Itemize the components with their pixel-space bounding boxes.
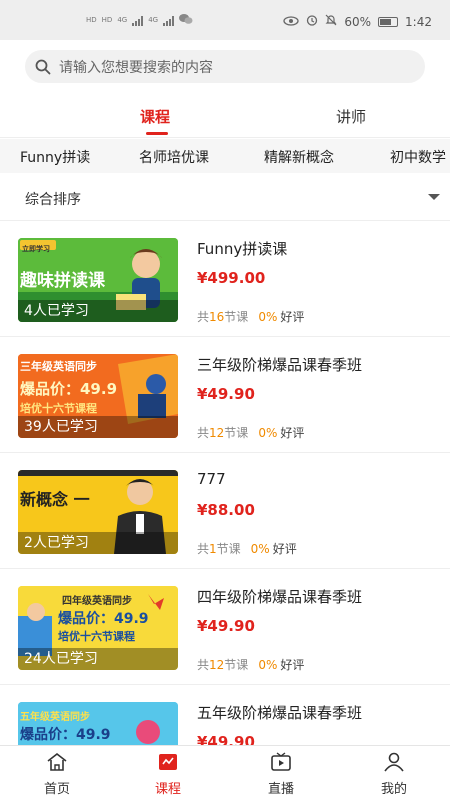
eye-icon	[283, 15, 300, 29]
tab-courses[interactable]: 课程	[140, 106, 170, 127]
thumb-line: 培优十六节课程	[20, 402, 97, 415]
status-left: HD HD 4G 4G	[86, 13, 193, 28]
user-icon	[384, 752, 404, 772]
nav-label: 我的	[380, 782, 407, 797]
learner-count: 2人已学习	[24, 535, 89, 551]
course-title: 三年级阶梯爆品课春季班	[197, 356, 363, 374]
wechat-icon	[179, 13, 193, 28]
course-title: Funny拼读课	[197, 240, 288, 258]
course-meta: 共16节课 0% 好评	[197, 310, 305, 324]
alarm-icon	[306, 14, 318, 29]
course-price: ¥49.90	[197, 385, 255, 403]
nav-live[interactable]: 直播	[241, 752, 321, 797]
thumb-line: 五年级英语同步	[20, 712, 90, 723]
signal-icon	[163, 15, 175, 26]
course-price: ¥49.90	[197, 617, 255, 635]
nav-label: 课程	[154, 782, 181, 797]
home-icon	[47, 752, 67, 771]
search-placeholder: 请输入您想要搜索的内容	[59, 59, 213, 76]
tab-bar: 课程 讲师	[0, 96, 450, 138]
course-price: ¥499.00	[197, 269, 266, 287]
course-thumbnail: 四年级英语同步 爆品价：49.9 培优十六节课程 24人已学习	[18, 586, 178, 670]
course-meta: 共12节课 0% 好评	[197, 426, 305, 440]
caret-down-icon	[428, 194, 440, 200]
hd-chip: HD	[101, 16, 113, 24]
category-item[interactable]: 初中数学	[390, 147, 446, 167]
thumb-title: 趣味拼读课	[20, 271, 105, 291]
bottom-nav: 首页 课程 直播 我的	[0, 745, 450, 800]
nav-label: 首页	[43, 782, 70, 797]
course-title: 四年级阶梯爆品课春季班	[197, 588, 363, 606]
learner-count: 39人已学习	[24, 419, 98, 435]
battery-percent: 60%	[344, 14, 372, 29]
thumb-line: 爆品价：49.9	[20, 380, 118, 398]
category-item[interactable]: 名师培优课	[139, 147, 209, 167]
learner-count: 4人已学习	[24, 303, 89, 319]
course-card[interactable]: 三年级英语同步 爆品价：49.9 培优十六节课程 39人已学习 三年级阶梯爆品课…	[0, 337, 450, 453]
category-item[interactable]: Funny拼读	[20, 147, 90, 167]
nav-home[interactable]: 首页	[17, 752, 97, 797]
nav-profile[interactable]: 我的	[354, 752, 434, 797]
course-meta: 共12节课 0% 好评	[197, 658, 305, 672]
course-title: 五年级阶梯爆品课春季班	[197, 704, 363, 722]
course-title: 777	[197, 470, 226, 488]
course-thumbnail: 立即学习 趣味拼读课 4人已学习	[18, 238, 178, 322]
learner-count: 24人已学习	[24, 651, 98, 667]
course-card[interactable]: 新概念 一 2人已学习 777 ¥88.00 共1节课 0% 好评	[0, 453, 450, 569]
clock: 1:42	[405, 14, 432, 29]
tab-teachers[interactable]: 讲师	[336, 106, 366, 127]
network-label: 4G	[117, 16, 128, 24]
battery-icon	[378, 16, 399, 27]
tab-active-indicator	[146, 132, 168, 135]
hd-chip: HD	[86, 16, 97, 24]
course-thumbnail: 三年级英语同步 爆品价：49.9 培优十六节课程 39人已学习	[18, 354, 178, 438]
thumb-line: 四年级英语同步	[62, 596, 132, 607]
course-icon	[159, 754, 177, 770]
status-bar: HD HD 4G 4G 60% 1:42	[0, 0, 450, 40]
tv-icon	[271, 752, 291, 771]
course-meta: 共1节课 0% 好评	[197, 542, 297, 556]
thumb-line: 爆品价：49.9	[20, 727, 111, 743]
thumb-line: 三年级英语同步	[20, 360, 97, 373]
network-label: 4G	[148, 16, 159, 24]
thumb-line: 爆品价：49.9	[58, 611, 149, 627]
nav-label: 直播	[267, 782, 294, 797]
sort-label: 综合排序	[25, 192, 81, 208]
thumb-line: 培优十六节课程	[58, 630, 135, 643]
thumb-title: 新概念 一	[20, 490, 90, 509]
signal-icon	[132, 15, 144, 26]
sort-dropdown[interactable]: 综合排序	[0, 173, 450, 221]
category-bar: Funny拼读 名师培优课 精解新概念 初中数学	[0, 139, 450, 173]
search-bar[interactable]: 请输入您想要搜索的内容	[25, 50, 425, 83]
search-icon	[35, 59, 51, 74]
mute-icon	[325, 14, 337, 29]
status-right: 60% 1:42	[283, 14, 432, 29]
category-item[interactable]: 精解新概念	[264, 147, 334, 167]
course-card[interactable]: 四年级英语同步 爆品价：49.9 培优十六节课程 24人已学习 四年级阶梯爆品课…	[0, 569, 450, 685]
course-price: ¥88.00	[197, 501, 255, 519]
course-thumbnail: 新概念 一 2人已学习	[18, 470, 178, 554]
course-card[interactable]: 立即学习 趣味拼读课 4人已学习 Funny拼读课 ¥499.00 共16节课 0…	[0, 221, 450, 337]
nav-courses[interactable]: 课程	[128, 752, 208, 797]
thumb-tag: 立即学习	[22, 245, 50, 253]
